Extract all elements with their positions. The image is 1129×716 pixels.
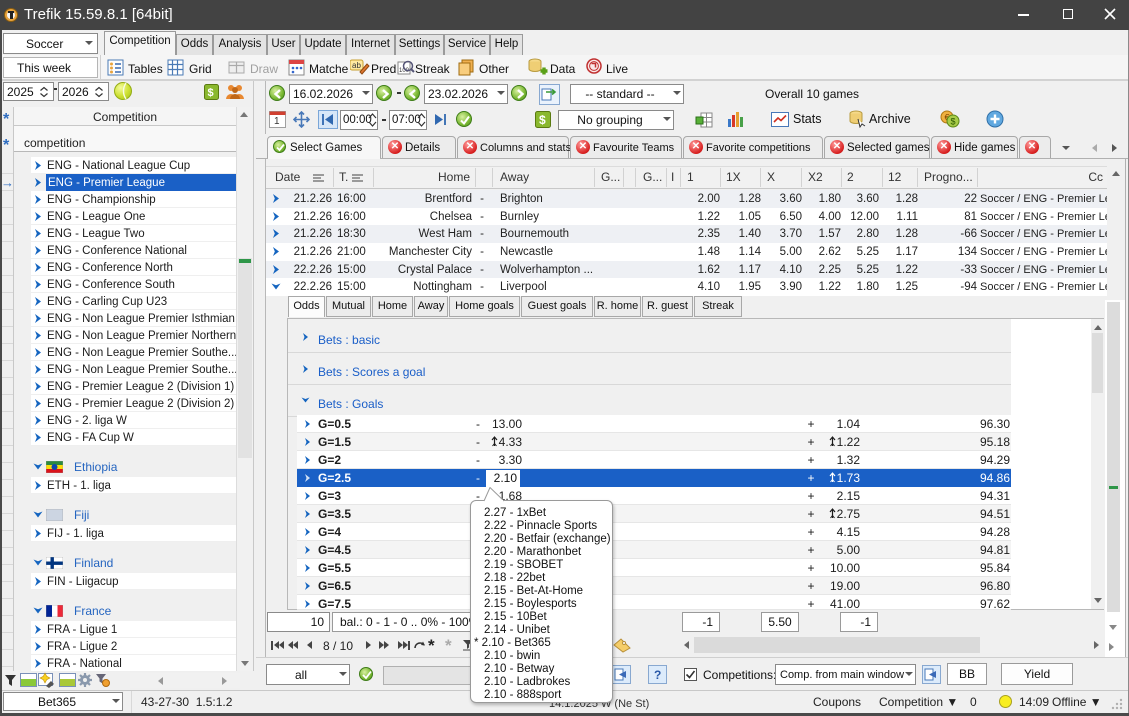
svg-text:$: $ xyxy=(539,113,546,127)
svg-text:?: ? xyxy=(654,668,661,682)
svg-text:1: 1 xyxy=(274,116,280,127)
svg-text:$: $ xyxy=(208,87,214,99)
svg-text:$: $ xyxy=(951,117,956,127)
svg-text:ab: ab xyxy=(352,61,361,70)
